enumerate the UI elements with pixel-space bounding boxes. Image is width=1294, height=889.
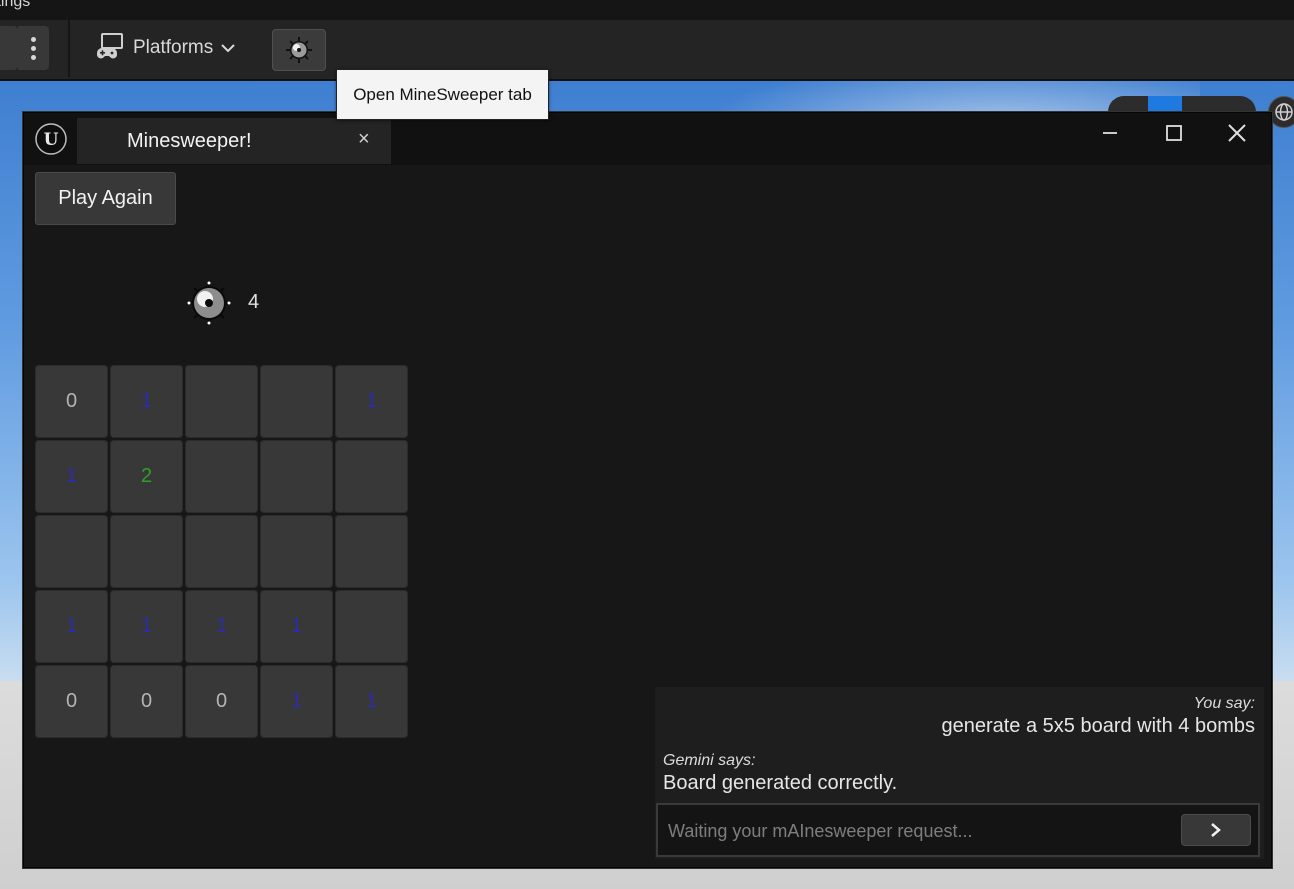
board-cell[interactable] (260, 440, 333, 513)
tab-minesweeper[interactable]: Minesweeper! × (77, 118, 391, 164)
unreal-logo-icon: U (35, 123, 67, 155)
minesweeper-board: 01112111100011 (35, 365, 409, 739)
open-minesweeper-tab-button[interactable] (272, 29, 326, 71)
user-message: generate a 5x5 board with 4 bombs (941, 715, 1255, 737)
maximize-icon[interactable] (1154, 119, 1194, 147)
platforms-label: Platforms (133, 37, 214, 58)
svg-text:U: U (44, 130, 59, 150)
bomb-count: 4 (248, 291, 260, 313)
controller-icon (97, 33, 123, 59)
board-cell[interactable]: 1 (260, 665, 333, 738)
editor-menu-bar: ttings (0, 0, 1294, 20)
tab-close-icon[interactable]: × (358, 128, 370, 151)
play-again-button[interactable]: Play Again (35, 172, 176, 225)
toolbar-options-button[interactable] (18, 26, 49, 70)
board-cell[interactable]: 1 (110, 590, 183, 663)
board-cell[interactable] (185, 515, 258, 588)
minesweeper-window: U Minesweeper! × Play Again 4 0111211110… (23, 112, 1272, 868)
chat-input-box (656, 803, 1260, 857)
tab-title: Minesweeper! (127, 130, 252, 152)
board-cell[interactable]: 1 (185, 590, 258, 663)
board-cell[interactable]: 1 (260, 590, 333, 663)
toolbar-divider (68, 20, 70, 77)
chevron-down-icon (221, 44, 235, 53)
bot-message: Board generated correctly. (663, 772, 898, 794)
board-cell[interactable] (110, 515, 183, 588)
editor-toolbar: Platforms (0, 20, 1294, 81)
bot-label: Gemini says: (663, 752, 756, 769)
chat-input[interactable] (666, 813, 1170, 849)
chat-panel: You say: generate a 5x5 board with 4 bom… (655, 687, 1264, 859)
board-cell[interactable] (335, 590, 408, 663)
board-cell[interactable] (260, 365, 333, 438)
minesweeper-tooltip: Open MineSweeper tab (336, 69, 549, 120)
board-cell[interactable]: 0 (185, 665, 258, 738)
close-icon[interactable] (1217, 119, 1257, 147)
mine-icon (286, 37, 312, 63)
send-button[interactable] (1181, 814, 1251, 846)
menu-item-settings[interactable]: ttings (0, 0, 30, 11)
board-cell[interactable]: 0 (35, 365, 108, 438)
board-cell[interactable] (35, 515, 108, 588)
board-cell[interactable] (260, 515, 333, 588)
toolbar-left-button[interactable] (0, 26, 18, 70)
board-cell[interactable]: 0 (110, 665, 183, 738)
board-cell[interactable]: 1 (335, 665, 408, 738)
platforms-dropdown[interactable]: Platforms (85, 26, 257, 70)
user-label: You say: (1193, 695, 1255, 712)
board-cell[interactable]: 1 (110, 365, 183, 438)
board-cell[interactable] (185, 365, 258, 438)
minimize-icon[interactable] (1090, 119, 1130, 147)
board-cell[interactable]: 1 (35, 440, 108, 513)
mine-icon (187, 281, 231, 325)
board-cell[interactable] (335, 515, 408, 588)
board-cell[interactable]: 0 (35, 665, 108, 738)
window-tab-bar: U Minesweeper! × (24, 113, 1271, 165)
board-cell[interactable] (335, 440, 408, 513)
board-cell[interactable] (185, 440, 258, 513)
board-cell[interactable]: 1 (335, 365, 408, 438)
board-cell[interactable]: 2 (110, 440, 183, 513)
chevron-right-icon (1211, 823, 1221, 837)
board-cell[interactable]: 1 (35, 590, 108, 663)
